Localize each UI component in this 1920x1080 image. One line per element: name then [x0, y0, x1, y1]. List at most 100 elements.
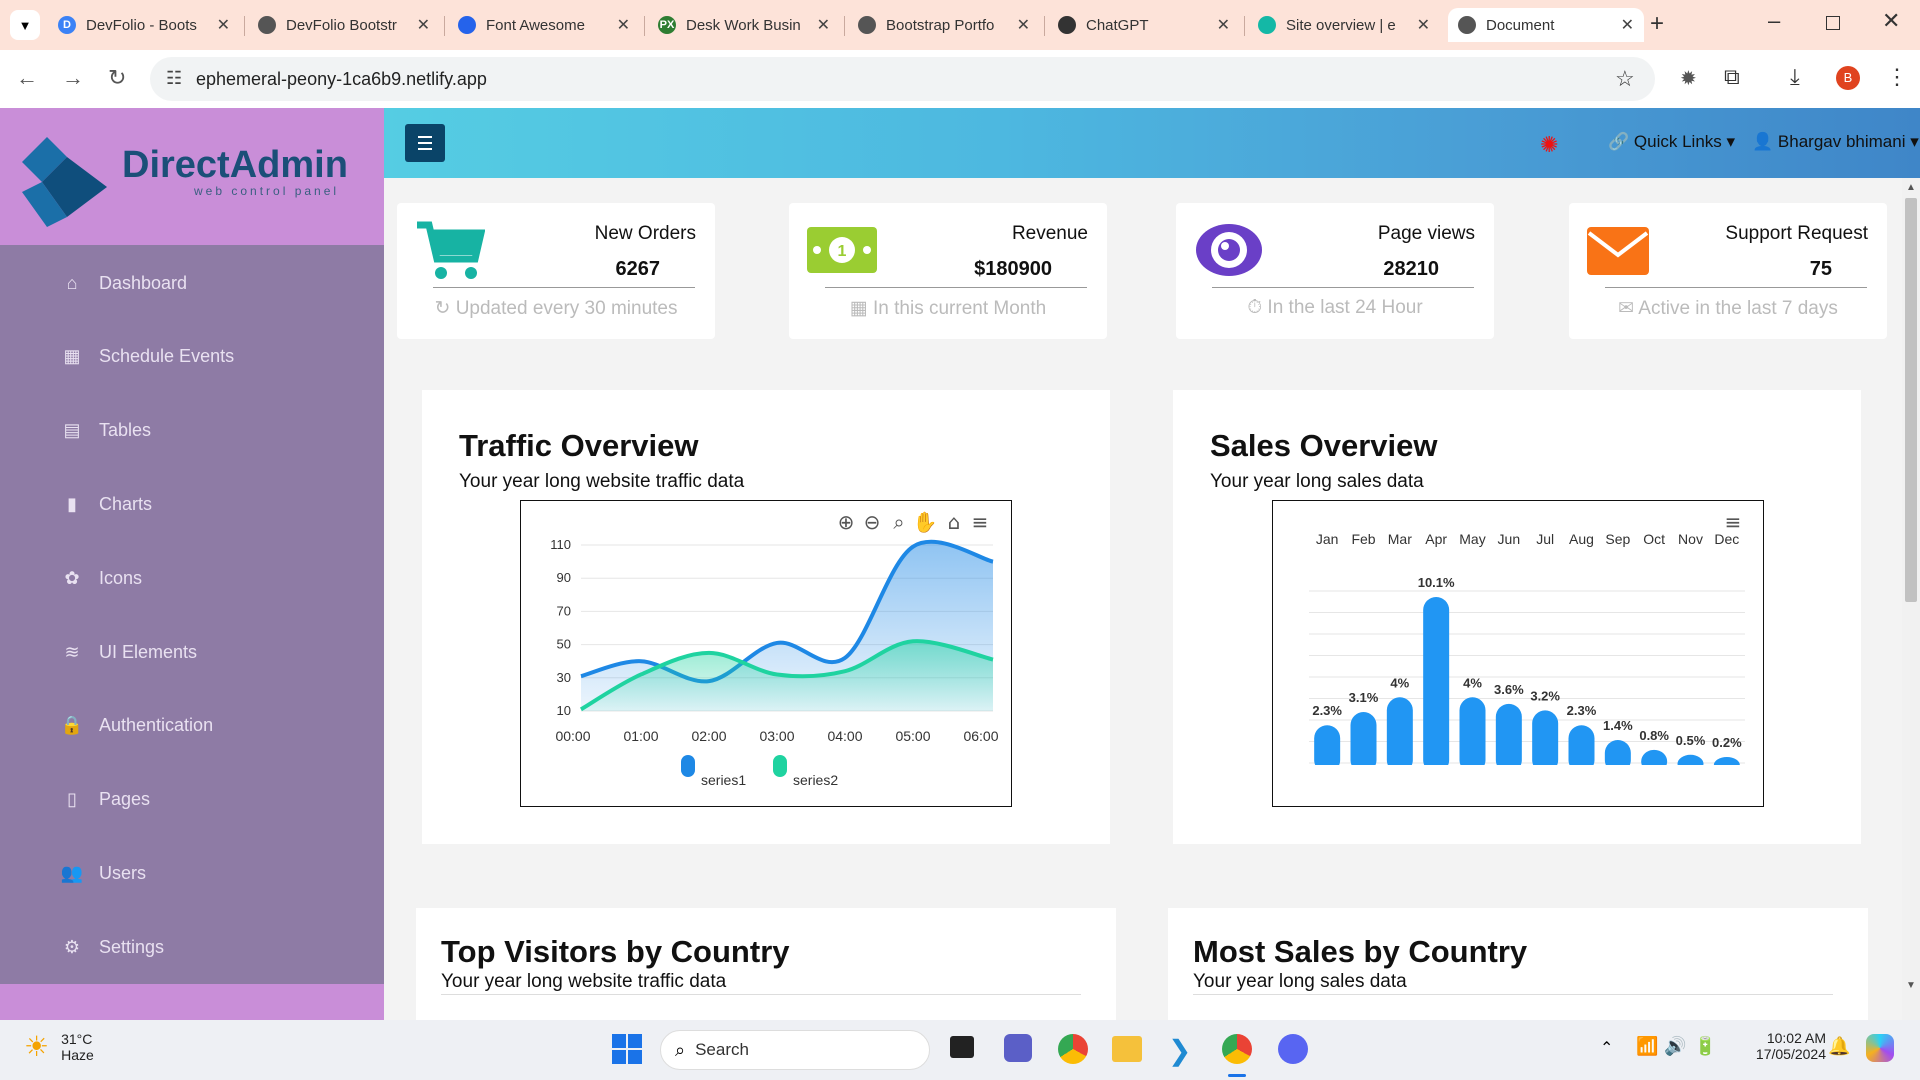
- vscode-icon[interactable]: ❯: [1168, 1034, 1191, 1067]
- browser-tab[interactable]: D DevFolio - Boots ✕: [48, 8, 240, 42]
- address-bar[interactable]: ☷ ephemeral-peony-1ca6b9.netlify.app ☆: [150, 57, 1655, 101]
- stat-footnote: ↻ Updated every 30 minutes: [397, 297, 715, 320]
- sidebar-brand[interactable]: DirectAdmin web control panel: [0, 108, 384, 245]
- file-explorer-icon[interactable]: [1112, 1036, 1142, 1062]
- extensions-puzzle-icon[interactable]: ⧉: [1724, 64, 1740, 90]
- clock[interactable]: 10:02 AM 17/05/2024: [1736, 1030, 1826, 1062]
- sidebar-item-icons[interactable]: ✿ Icons: [60, 563, 142, 593]
- chart-menu-icon[interactable]: ≡: [972, 510, 989, 534]
- tab-close-icon[interactable]: ✕: [817, 15, 830, 35]
- taskbar-search[interactable]: ⌕ Search: [660, 1030, 930, 1070]
- tab-close-icon[interactable]: ✕: [1017, 15, 1030, 35]
- sidebar-item-schedule-events[interactable]: ▦ Schedule Events: [60, 342, 234, 372]
- sidebar-item-tables[interactable]: ▤ Tables: [60, 416, 151, 446]
- tab-separator: [644, 16, 645, 36]
- minimize-button[interactable]: –: [1768, 8, 1780, 34]
- most-sales-panel: Most Sales by Country Your year long sal…: [1168, 908, 1868, 1020]
- sales-bar-chart-svg: Jan 2.3% Feb 3.1% Mar 4% Apr 10.1% May 4% Jun 3.6% J…: [1309, 510, 1745, 805]
- quick-links-label: Quick Links: [1633, 132, 1722, 151]
- zoom-in-icon[interactable]: ⊕: [838, 510, 855, 534]
- start-button[interactable]: [612, 1034, 642, 1064]
- task-view-icon[interactable]: [950, 1036, 974, 1058]
- volume-icon[interactable]: 🔊: [1664, 1036, 1686, 1057]
- chrome-icon[interactable]: [1058, 1034, 1088, 1064]
- scroll-thumb[interactable]: [1905, 198, 1917, 602]
- tab-close-icon[interactable]: ✕: [417, 15, 430, 35]
- sidebar-item-label: Charts: [99, 493, 153, 514]
- zoom-out-icon[interactable]: ⊖: [864, 510, 881, 534]
- tab-close-icon[interactable]: ✕: [1417, 15, 1430, 35]
- forward-icon[interactable]: →: [62, 65, 84, 91]
- x-tick-label: 05:00: [895, 728, 930, 744]
- browser-tab[interactable]: Bootstrap Portfo ✕: [848, 8, 1040, 42]
- tab-close-icon[interactable]: ✕: [217, 15, 230, 35]
- weather-widget[interactable]: ☀ 31°C Haze: [24, 1030, 94, 1063]
- new-tab-button[interactable]: +: [1650, 10, 1664, 38]
- browser-tab[interactable]: ChatGPT ✕: [1048, 8, 1240, 42]
- tab-close-icon[interactable]: ✕: [617, 15, 630, 35]
- page-scrollbar[interactable]: ▲ ▼: [1902, 178, 1920, 1020]
- tab-search-dropdown[interactable]: ▼: [10, 10, 40, 40]
- sidebar-item-dashboard[interactable]: ⌂ Dashboard: [60, 268, 188, 298]
- zoom-magnifier-icon[interactable]: ⌕: [893, 510, 904, 534]
- data-label: 4%: [1463, 675, 1482, 690]
- extension-bug-icon[interactable]: ✹: [1680, 66, 1697, 91]
- sidebar-item-charts[interactable]: ▮ Charts: [60, 489, 152, 519]
- stat-card-support-request: Support Request 75 ✉ Active in the last 7 …: [1569, 203, 1887, 339]
- lock-icon: 🔒: [60, 715, 84, 736]
- download-icon[interactable]: ⤓: [1790, 64, 1800, 90]
- profile-avatar[interactable]: B: [1836, 66, 1860, 90]
- bug-icon[interactable]: ✺: [1540, 132, 1558, 158]
- chart-menu-icon[interactable]: ≡: [1725, 510, 1742, 534]
- stat-footnote-text: In the last 24 Hour: [1267, 297, 1423, 318]
- browser-tab[interactable]: Site overview | e ✕: [1248, 8, 1440, 42]
- tab-close-icon[interactable]: ✕: [1217, 15, 1230, 35]
- home-reset-icon[interactable]: ⌂: [948, 510, 961, 534]
- wifi-icon[interactable]: 📶: [1636, 1036, 1658, 1057]
- quick-links-dropdown[interactable]: 🔗 Quick Links ▾: [1608, 132, 1735, 152]
- stopwatch-icon: ⏱: [1247, 297, 1268, 318]
- copilot-icon[interactable]: [1866, 1034, 1894, 1062]
- chrome-active-icon[interactable]: [1222, 1034, 1252, 1064]
- menu-toggle-button[interactable]: [405, 124, 445, 162]
- browser-tab[interactable]: DevFolio Bootstr ✕: [248, 8, 440, 42]
- data-label: 2.3%: [1567, 703, 1597, 718]
- browser-toolbar: ← → ↻ ☷ ephemeral-peony-1ca6b9.netlify.a…: [0, 50, 1920, 108]
- windows-taskbar: ☀ 31°C Haze ⌕ Search ❯ ⌃ 📶 🔊 🔋 10:02 AM …: [0, 1020, 1920, 1080]
- site-info-icon[interactable]: ☷: [166, 68, 182, 89]
- sidebar-item-ui-elements[interactable]: ≋ UI Elements: [60, 637, 197, 667]
- browser-menu-icon[interactable]: ⋮: [1886, 64, 1908, 90]
- data-label: 4%: [1390, 675, 1409, 690]
- close-window-button[interactable]: ✕: [1882, 8, 1900, 34]
- sidebar-item-settings[interactable]: ⚙ Settings: [60, 932, 164, 962]
- icons-icon: ✿: [64, 567, 80, 588]
- scroll-down-arrow[interactable]: ▼: [1906, 980, 1916, 991]
- active-indicator: [1228, 1074, 1246, 1077]
- bookmark-star-icon[interactable]: ☆: [1615, 66, 1635, 92]
- reload-icon[interactable]: ↻: [108, 65, 126, 91]
- eye-icon: [1196, 224, 1262, 276]
- pan-hand-icon[interactable]: ✋: [913, 510, 938, 534]
- browser-tab[interactable]: Font Awesome ✕: [448, 8, 640, 42]
- user-dropdown[interactable]: 👤 Bhargav bhimani ▾: [1752, 132, 1919, 152]
- notification-bell-icon[interactable]: 🔔: [1828, 1036, 1850, 1057]
- tray-chevron-icon[interactable]: ⌃: [1600, 1038, 1613, 1058]
- sidebar-item-authentication[interactable]: 🔒 Authentication: [60, 711, 213, 741]
- discord-icon[interactable]: [1278, 1034, 1308, 1064]
- teams-icon[interactable]: [1004, 1034, 1032, 1062]
- y-tick-label: 70: [557, 603, 571, 618]
- scroll-up-arrow[interactable]: ▲: [1906, 182, 1916, 193]
- tab-close-icon[interactable]: ✕: [1621, 15, 1634, 35]
- calendar-icon: ▦: [63, 346, 81, 367]
- stat-footnote-text: In this current Month: [873, 298, 1047, 319]
- browser-tab[interactable]: Document ✕: [1448, 8, 1644, 42]
- battery-icon[interactable]: 🔋: [1694, 1036, 1716, 1057]
- restore-button[interactable]: [1826, 16, 1840, 30]
- sidebar-item-users[interactable]: 👥 Users: [60, 858, 146, 888]
- traffic-area-chart-svg: 10 30 50 70 90 110 00:00 01:00 02:00 03:00 04:00 05…: [550, 510, 998, 788]
- panel-subtitle: Your year long sales data: [1193, 971, 1407, 992]
- sidebar-item-pages[interactable]: ▯ Pages: [60, 785, 150, 815]
- browser-tab[interactable]: PX Desk Work Busin ✕: [648, 8, 840, 42]
- data-label: 0.8%: [1639, 728, 1669, 743]
- back-icon[interactable]: ←: [16, 65, 38, 91]
